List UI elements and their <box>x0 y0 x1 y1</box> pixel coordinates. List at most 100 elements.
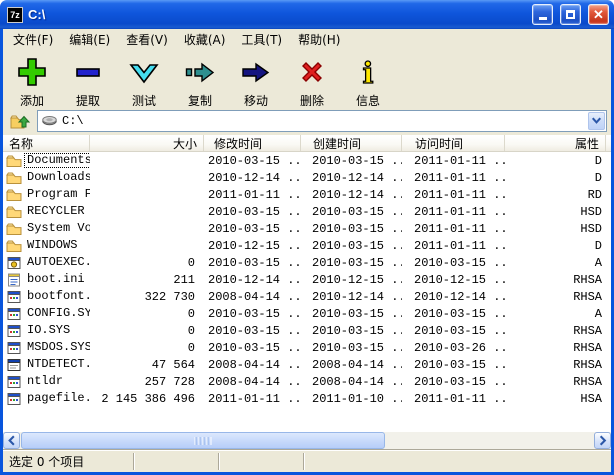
horizontal-scrollbar[interactable] <box>3 432 611 449</box>
file-created: 2010-12-14 ... <box>301 288 402 305</box>
column-header-size[interactable]: 大小 <box>90 135 204 151</box>
table-row[interactable]: bootfont.bin 322 730 2008-04-14 ... 2010… <box>3 288 611 305</box>
extract-button[interactable]: 提取 <box>60 53 116 110</box>
file-name: CONFIG.SYS <box>24 306 90 321</box>
scroll-left-button[interactable] <box>3 432 20 449</box>
column-header-accessed[interactable]: 访问时间 <box>402 135 505 151</box>
table-row[interactable]: AUTOEXEC.BAT 0 2010-03-15 ... 2010-03-15… <box>3 254 611 271</box>
scroll-right-button[interactable] <box>594 432 611 449</box>
status-panel-4 <box>304 453 611 470</box>
parent-folder-button[interactable] <box>8 109 32 133</box>
file-size: 0 <box>90 322 204 339</box>
file-modified: 2010-12-15 ... <box>204 237 301 254</box>
file-created: 2010-03-15 ... <box>301 322 402 339</box>
file-size: 2 145 386 496 <box>90 390 204 407</box>
file-modified: 2010-03-15 ... <box>204 339 301 356</box>
address-combobox[interactable]: C:\ <box>37 110 607 132</box>
column-header-name[interactable]: 名称 <box>3 135 90 151</box>
file-created: 2011-01-10 ... <box>301 390 402 407</box>
table-row[interactable]: ntldr 257 728 2008-04-14 ... 2008-04-14 … <box>3 373 611 390</box>
parent-folder-icon <box>9 110 31 132</box>
file-name: bootfont.bin <box>24 289 90 304</box>
file-size <box>90 220 204 237</box>
svg-text:i: i <box>362 56 373 88</box>
info-i-icon: i <box>352 56 384 91</box>
column-header-created[interactable]: 创建时间 <box>301 135 402 151</box>
table-row[interactable]: Program F... 2011-01-11 ... 2010-12-14 .… <box>3 186 611 203</box>
address-dropdown-button[interactable] <box>588 112 605 130</box>
file-name: MSDOS.SYS <box>24 340 90 355</box>
file-name: Program F... <box>24 187 90 202</box>
table-row[interactable]: Documents... 2010-03-15 ... 2010-03-15 .… <box>3 152 611 169</box>
file-name: boot.ini <box>24 272 88 287</box>
file-size <box>90 152 204 169</box>
minimize-button[interactable] <box>532 4 553 25</box>
file-accessed: 2011-01-11 ... <box>402 203 505 220</box>
info-button[interactable]: i 信息 <box>340 53 396 110</box>
table-row[interactable]: RECYCLER 2010-03-15 ... 2010-03-15 ... 2… <box>3 203 611 220</box>
close-button[interactable]: ✕ <box>588 4 609 25</box>
file-modified: 2010-12-14 ... <box>204 169 301 186</box>
table-row[interactable]: NTDETECT.COM 47 564 2008-04-14 ... 2008-… <box>3 356 611 373</box>
maximize-button[interactable] <box>560 4 581 25</box>
table-row[interactable]: CONFIG.SYS 0 2010-03-15 ... 2010-03-15 .… <box>3 305 611 322</box>
copy-button[interactable]: 复制 <box>172 53 228 110</box>
menu-item-file[interactable]: 文件(F) <box>5 29 61 50</box>
extract-minus-icon <box>72 56 104 91</box>
folder-file-icon <box>6 153 22 169</box>
file-name: Downloads <box>24 170 90 185</box>
file-modified: 2008-04-14 ... <box>204 288 301 305</box>
file-attributes: A <box>505 305 606 322</box>
add-plus-icon <box>16 56 48 91</box>
add-button[interactable]: 添加 <box>4 53 60 110</box>
menu-item-tools[interactable]: 工具(T) <box>233 29 290 50</box>
menu-item-favorites[interactable]: 收藏(A) <box>176 29 234 50</box>
table-row[interactable]: MSDOS.SYS 0 2010-03-15 ... 2010-03-15 ..… <box>3 339 611 356</box>
file-modified: 2010-03-15 ... <box>204 152 301 169</box>
file-created: 2010-12-14 ... <box>301 169 402 186</box>
file-name: RECYCLER <box>24 204 88 219</box>
file-attributes: RHSA <box>505 339 606 356</box>
table-row[interactable]: boot.ini 211 2010-12-14 ... 2010-12-15 .… <box>3 271 611 288</box>
file-modified: 2010-03-15 ... <box>204 254 301 271</box>
file-modified: 2010-12-14 ... <box>204 271 301 288</box>
menu-item-view[interactable]: 查看(V) <box>118 29 176 50</box>
status-panel-2 <box>134 453 219 470</box>
file-attributes: D <box>505 152 606 169</box>
sys-file-icon <box>6 391 22 407</box>
file-name: WINDOWS <box>24 238 80 253</box>
title-bar[interactable]: 7z C:\ ✕ <box>0 0 614 29</box>
table-row[interactable]: WINDOWS 2010-12-15 ... 2010-03-15 ... 20… <box>3 237 611 254</box>
move-arrow-icon <box>240 56 272 91</box>
file-accessed: 2011-01-11 ... <box>402 390 505 407</box>
file-accessed: 2010-03-15 ... <box>402 373 505 390</box>
file-created: 2010-03-15 ... <box>301 339 402 356</box>
table-row[interactable]: IO.SYS 0 2010-03-15 ... 2010-03-15 ... 2… <box>3 322 611 339</box>
menu-item-edit[interactable]: 编辑(E) <box>61 29 118 50</box>
file-accessed: 2010-03-15 ... <box>402 356 505 373</box>
file-attributes: HSD <box>505 203 606 220</box>
move-button[interactable]: 移动 <box>228 53 284 110</box>
file-attributes: HSD <box>505 220 606 237</box>
table-row[interactable]: System Vo... 2010-03-15 ... 2010-03-15 .… <box>3 220 611 237</box>
status-selection: 选定 0 个项目 <box>3 453 134 470</box>
file-attributes: RHSA <box>505 356 606 373</box>
column-header-attr[interactable]: 属性 <box>505 135 606 151</box>
copy-arrow-icon <box>184 56 216 91</box>
file-size <box>90 237 204 254</box>
scrollbar-thumb[interactable] <box>21 432 385 449</box>
file-attributes: HSA <box>505 390 606 407</box>
file-created: 2010-03-15 ... <box>301 220 402 237</box>
file-attributes: A <box>505 254 606 271</box>
file-modified: 2011-01-11 ... <box>204 186 301 203</box>
menu-item-help[interactable]: 帮助(H) <box>290 29 348 50</box>
delete-button[interactable]: 删除 <box>284 53 340 110</box>
column-header-modified[interactable]: 修改时间 <box>204 135 301 151</box>
folder-file-icon <box>6 204 22 220</box>
table-row[interactable]: pagefile.sys 2 145 386 496 2011-01-11 ..… <box>3 390 611 407</box>
app-window: 7z C:\ ✕ 文件(F)编辑(E)查看(V)收藏(A)工具(T)帮助(H) … <box>0 0 614 475</box>
file-name: NTDETECT.COM <box>24 357 90 372</box>
table-row[interactable]: Downloads 2010-12-14 ... 2010-12-14 ... … <box>3 169 611 186</box>
test-button[interactable]: 测试 <box>116 53 172 110</box>
file-created: 2010-03-15 ... <box>301 203 402 220</box>
